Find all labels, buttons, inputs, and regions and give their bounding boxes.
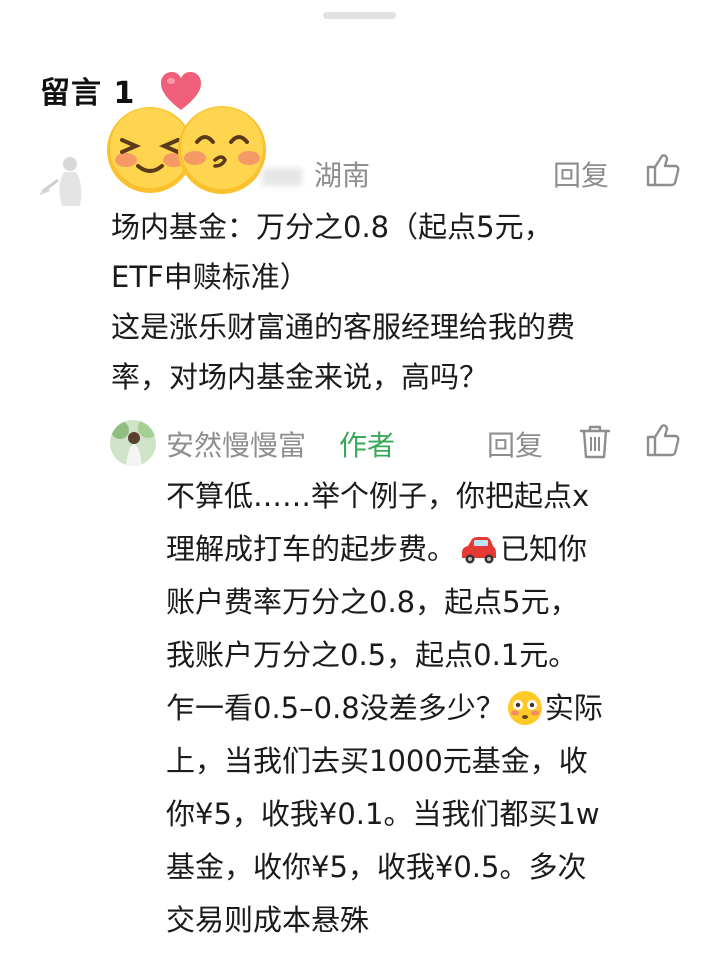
reply-line: 交易则成本悬殊	[166, 903, 370, 937]
comment-body: 场内基金：万分之0.8（起点5元， ETF申赎标准） 这是涨乐财富通的客服经理给…	[111, 202, 691, 402]
reply-line-part: 实际	[544, 691, 603, 725]
comment-line: ETF申赎标准）	[111, 260, 309, 294]
reply-button[interactable]: 回复	[553, 154, 609, 194]
comment-line: 这是涨乐财富通的客服经理给我的费	[111, 310, 576, 344]
reply-line: 乍一看0.5–0.8没差多少？ 实际	[166, 682, 696, 735]
reply-line-part: 已知你	[500, 532, 588, 566]
reply-line: 不算低……举个例子，你把起点x	[166, 479, 590, 513]
reply-line: 你¥5，收我¥0.1。当我们都买1w	[166, 797, 600, 831]
reply-line: 理解成打车的起步费。 已知你	[166, 523, 696, 576]
reply-line: 基金，收你¥5，收我¥0.5。多次	[166, 850, 587, 884]
commenter-name-blurred	[262, 168, 302, 186]
commenter-avatar[interactable]	[36, 150, 96, 210]
flushed-face-emoji	[507, 691, 542, 725]
author-avatar[interactable]	[110, 420, 156, 466]
reply-line: 账户费率万分之0.8，起点5元，	[166, 585, 579, 619]
comment-line: 率，对场内基金来说，高吗？	[111, 360, 489, 394]
reply-button[interactable]: 回复	[487, 424, 543, 464]
reply-line: 上，当我们去买1000元基金，收	[166, 744, 588, 778]
reply-line-part: 乍一看0.5–0.8没差多少？	[166, 691, 505, 725]
drag-handle[interactable]	[323, 12, 396, 19]
kissing-blush-emoji	[178, 106, 266, 194]
reply-body: 不算低……举个例子，你把起点x 理解成打车的起步费。 已知你 账户费率万分之0.8…	[166, 470, 696, 947]
author-name[interactable]: 安然慢慢富	[166, 424, 306, 464]
reply-line-part: 理解成打车的起步费。	[166, 532, 457, 566]
car-emoji	[462, 537, 497, 564]
thumbs-up-icon[interactable]	[645, 152, 681, 188]
reply-line: 我账户万分之0.5，起点0.1元。	[166, 638, 578, 672]
comment-line: 场内基金：万分之0.8（起点5元，	[111, 210, 553, 244]
commenter-location: 湖南	[314, 159, 371, 192]
thumbs-up-icon[interactable]	[645, 422, 681, 458]
trash-icon[interactable]	[578, 424, 612, 460]
author-badge: 作者	[339, 429, 396, 462]
